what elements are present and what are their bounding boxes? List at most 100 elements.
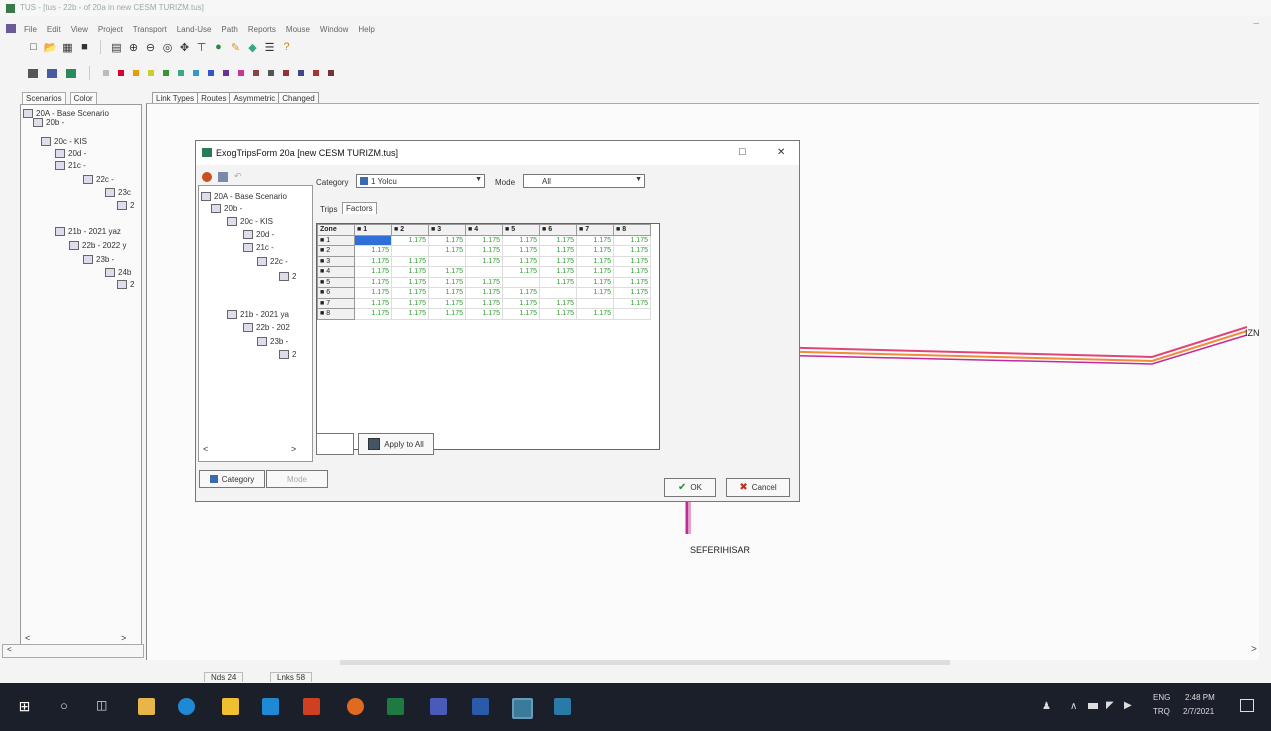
tree-node[interactable]: 20d -	[243, 230, 274, 239]
grid-cell[interactable]: 1.175	[576, 266, 614, 278]
category-select[interactable]: 1 Yolcu ▼	[356, 174, 485, 188]
grid-column-header[interactable]: ■ 8	[613, 224, 651, 236]
grid-cell[interactable]: 1.175	[465, 234, 503, 246]
map-hscroll-thumb[interactable]	[340, 660, 950, 665]
tree-node[interactable]: 21c -	[55, 161, 86, 170]
apply-value-input[interactable]	[316, 433, 354, 455]
menu-item-edit[interactable]: Edit	[47, 25, 61, 34]
dialog-close-button[interactable]: ✕	[777, 147, 785, 158]
grid-icon[interactable]	[218, 171, 228, 182]
grid-cell[interactable]: 1.175	[391, 266, 429, 278]
grid-column-header[interactable]: ■ 5	[502, 224, 540, 236]
color-swatch[interactable]	[148, 70, 154, 76]
tree-node[interactable]: 2	[117, 280, 134, 289]
grid-cell[interactable]: 1.175	[465, 287, 503, 299]
tree-node[interactable]: 20c - KIS	[41, 137, 87, 146]
color-swatch[interactable]	[208, 70, 214, 76]
cancel-button[interactable]: ✖ Cancel	[726, 478, 790, 497]
open-folder-icon[interactable]: 📂	[44, 42, 58, 54]
tree-node[interactable]: 24b	[105, 268, 131, 277]
grid-cell[interactable]	[502, 276, 540, 288]
pencil-icon[interactable]: ✎	[230, 42, 241, 54]
grid-view-icon[interactable]	[28, 68, 38, 78]
tree-node[interactable]: 2	[117, 201, 134, 210]
grid-cell[interactable]: 1.175	[428, 234, 466, 246]
tab-mode[interactable]: Mode	[266, 470, 328, 488]
teams-icon[interactable]	[430, 698, 447, 715]
tree-node[interactable]: 22c -	[257, 257, 288, 266]
menu-item-transport[interactable]: Transport	[133, 25, 167, 34]
print-icon[interactable]: ▤	[111, 42, 122, 54]
stop-icon[interactable]	[202, 171, 212, 182]
tree-node[interactable]: 21c -	[243, 243, 274, 252]
menu-item-path[interactable]: Path	[221, 25, 237, 34]
region-indicator[interactable]: TRQ	[1153, 707, 1170, 716]
network-icon[interactable]: ◤	[1106, 700, 1114, 711]
grid-cell[interactable]: 1.175	[428, 287, 466, 299]
color-swatch[interactable]	[163, 70, 169, 76]
tree-node[interactable]: 20b -	[33, 118, 64, 127]
grid-row-header[interactable]: ■ 3	[317, 255, 355, 267]
color-swatch[interactable]	[328, 70, 334, 76]
grid-cell[interactable]: 1.175	[354, 276, 392, 288]
tree-node[interactable]: 23b -	[257, 337, 288, 346]
people-icon[interactable]: ♟	[1042, 701, 1051, 712]
grid-cell[interactable]: 1.175	[539, 234, 577, 246]
grid-cell[interactable]: 1.175	[613, 287, 651, 299]
grid-cell[interactable]	[428, 255, 466, 267]
grid-cell[interactable]: 1.175	[502, 297, 540, 309]
delete-icon[interactable]: ■	[79, 41, 90, 53]
save-icon[interactable]: ▦	[62, 42, 73, 54]
grid-cell[interactable]: 1.175	[465, 245, 503, 257]
route-link-purple[interactable]	[726, 334, 1248, 365]
grid-cell[interactable]: 1.175	[576, 287, 614, 299]
menu-item-help[interactable]: Help	[358, 25, 374, 34]
refresh-icon[interactable]: ↶	[234, 171, 242, 182]
grid-cell[interactable]: 1.175	[428, 266, 466, 278]
grid-cell[interactable]: 1.175	[539, 266, 577, 278]
grid-cell[interactable]: 1.175	[502, 287, 540, 299]
grid-cell[interactable]: 1.175	[576, 255, 614, 267]
help-icon[interactable]: ?	[281, 41, 292, 53]
tree-node[interactable]: 21b - 2021 yaz	[55, 227, 121, 236]
grid-cell[interactable]: 1.175	[354, 245, 392, 257]
grid-row-header[interactable]: ■ 8	[317, 308, 355, 320]
grid-cell[interactable]: 1.175	[613, 276, 651, 288]
grid-cell[interactable]: 1.175	[502, 255, 540, 267]
color-swatch[interactable]	[283, 70, 289, 76]
grid-row-header[interactable]: ■ 1	[317, 234, 355, 246]
store-icon[interactable]	[222, 698, 239, 715]
system-menu-icon[interactable]	[6, 24, 16, 33]
grid-row-header[interactable]: ■ 5	[317, 276, 355, 288]
color-swatch[interactable]	[268, 70, 274, 76]
color-swatch[interactable]	[238, 70, 244, 76]
grid-column-header[interactable]: ■ 3	[428, 224, 466, 236]
tab-color[interactable]: Color	[69, 92, 97, 104]
grid-cell[interactable]: 1.175	[354, 287, 392, 299]
powerpoint-icon[interactable]	[303, 698, 320, 715]
grid-cell[interactable]: 1.175	[465, 297, 503, 309]
color-swatch[interactable]	[103, 70, 109, 76]
ok-button[interactable]: ✔ OK	[664, 478, 716, 497]
tree-node[interactable]: 20A - Base Scenario	[23, 109, 109, 118]
menu-item-window[interactable]: Window	[320, 25, 348, 34]
tab-scenarios[interactable]: Scenarios	[22, 92, 66, 104]
grid-cell[interactable]: 1.175	[613, 245, 651, 257]
link-icon[interactable]: ⊤	[196, 42, 207, 54]
clock-date[interactable]: 2/7/2021	[1183, 707, 1214, 716]
language-indicator[interactable]: ENG	[1153, 693, 1170, 702]
tree-node[interactable]: 2	[279, 350, 296, 359]
tab-factors[interactable]: Factors	[342, 202, 377, 214]
grid-row-header[interactable]: ■ 7	[317, 297, 355, 309]
tree-node[interactable]: 20A - Base Scenario	[201, 192, 287, 201]
grid-row-header[interactable]: ■ 2	[317, 245, 355, 257]
task-view-icon[interactable]: ◫	[96, 698, 113, 715]
chevron-up-icon[interactable]: ∧	[1070, 701, 1077, 712]
menu-item-file[interactable]: File	[24, 25, 37, 34]
grid-column-header[interactable]: ■ 2	[391, 224, 429, 236]
grid-cell[interactable]: 1.175	[502, 234, 540, 246]
grid-cell[interactable]: 1.175	[391, 255, 429, 267]
grid-cell[interactable]: 1.175	[354, 297, 392, 309]
tree-node[interactable]: 22b - 202	[243, 323, 290, 332]
scroll-right-arrow[interactable]: >	[121, 633, 126, 643]
